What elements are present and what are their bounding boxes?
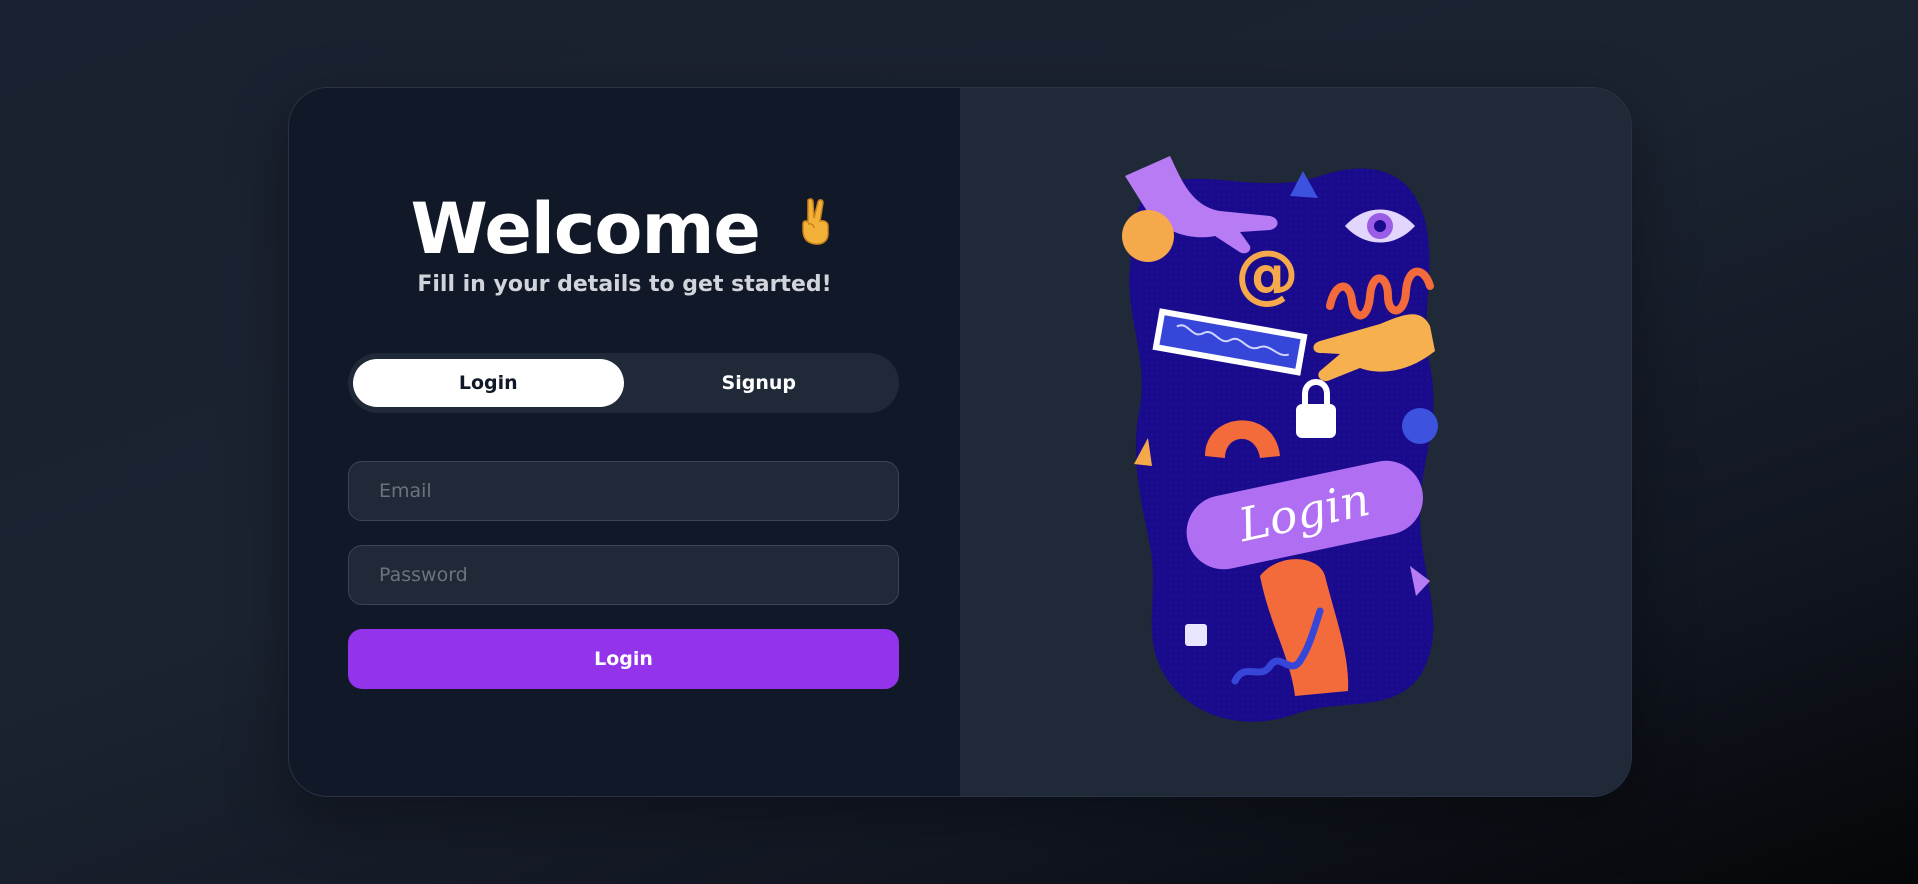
- svg-text:@: @: [1235, 238, 1299, 312]
- form-panel: Welcome Fill in your details to get star…: [289, 88, 960, 796]
- orange-ball: [1122, 210, 1174, 262]
- password-field[interactable]: [348, 545, 899, 605]
- auth-card: Welcome Fill in your details to get star…: [288, 87, 1632, 797]
- login-button[interactable]: Login: [348, 629, 899, 689]
- title-row: Welcome: [289, 188, 960, 278]
- page-title: Welcome: [410, 188, 761, 270]
- email-field[interactable]: [348, 461, 899, 521]
- victory-hand-icon: [794, 196, 838, 246]
- illustration-panel: @ Login: [960, 88, 1631, 796]
- tab-signup[interactable]: Signup: [624, 359, 895, 407]
- auth-tabs: Login Signup: [348, 353, 899, 413]
- page-subtitle: Fill in your details to get started!: [417, 272, 832, 297]
- tab-login[interactable]: Login: [353, 359, 624, 407]
- login-illustration: @ Login: [1122, 156, 1438, 722]
